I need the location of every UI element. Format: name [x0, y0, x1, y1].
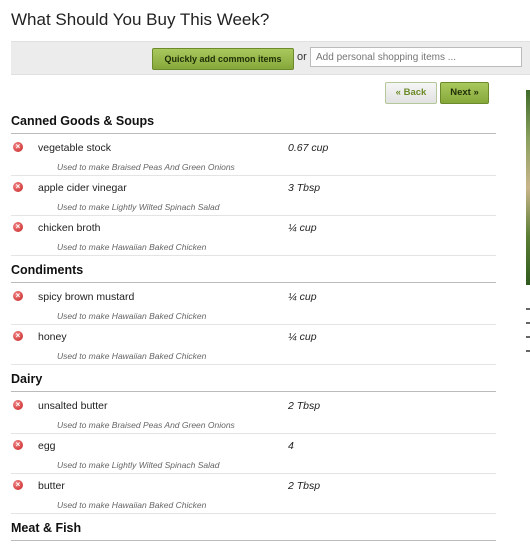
sidebar-link-fragment[interactable] — [526, 322, 530, 324]
item-note: Used to make Hawaiian Baked Chicken — [57, 242, 207, 252]
category-heading: Dairy — [11, 372, 496, 392]
item-name: apple cider vinegar — [38, 182, 127, 194]
item-note: Used to make Lightly Wilted Spinach Sala… — [57, 202, 220, 212]
remove-x-icon[interactable]: × — [13, 480, 23, 490]
list-item: × unsalted butter 2 Tbsp Used to make Br… — [11, 394, 496, 434]
item-note: Used to make Braised Peas And Green Onio… — [57, 420, 235, 430]
sidebar-link-fragment[interactable] — [526, 350, 530, 352]
remove-x-icon[interactable]: × — [13, 182, 23, 192]
back-button[interactable]: « Back — [385, 82, 437, 104]
shopping-list: Canned Goods & Soups × vegetable stock 0… — [11, 114, 496, 548]
next-button[interactable]: Next » — [440, 82, 489, 104]
item-name: egg — [38, 440, 56, 452]
item-quantity: ¼ cup — [288, 331, 317, 343]
remove-x-icon[interactable]: × — [13, 440, 23, 450]
list-item: × honey ¼ cup Used to make Hawaiian Bake… — [11, 325, 496, 365]
category-condiments: Condiments × spicy brown mustard ¼ cup U… — [11, 263, 496, 365]
item-name: vegetable stock — [38, 142, 111, 154]
item-name: chicken broth — [38, 222, 101, 234]
item-quantity: 2 Tbsp — [288, 480, 321, 492]
remove-x-icon[interactable]: × — [13, 142, 23, 152]
remove-x-icon[interactable]: × — [13, 331, 23, 341]
sidebar-link-fragment[interactable] — [526, 336, 530, 338]
category-heading: Meat & Fish — [11, 521, 496, 541]
sidebar-links — [526, 308, 530, 364]
item-quantity: 0.67 cup — [288, 142, 329, 154]
item-note: Used to make Braised Peas And Green Onio… — [57, 162, 235, 172]
remove-x-icon[interactable]: × — [13, 400, 23, 410]
list-item: × butter 2 Tbsp Used to make Hawaiian Ba… — [11, 474, 496, 514]
list-item: × vegetable stock 0.67 cup Used to make … — [11, 136, 496, 176]
item-name: honey — [38, 331, 67, 343]
add-items-bar: Quickly add common items or — [11, 41, 530, 75]
item-name: unsalted butter — [38, 400, 108, 412]
list-item: × egg 4 Used to make Lightly Wilted Spin… — [11, 434, 496, 474]
item-name: spicy brown mustard — [38, 291, 135, 303]
quick-add-button[interactable]: Quickly add common items — [152, 48, 294, 70]
remove-x-icon[interactable]: × — [13, 291, 23, 301]
list-item: × spicy brown mustard ¼ cup Used to make… — [11, 285, 496, 325]
category-dairy: Dairy × unsalted butter 2 Tbsp Used to m… — [11, 372, 496, 514]
item-quantity: 3 Tbsp — [288, 182, 321, 194]
category-meat-fish: Meat & Fish — [11, 521, 496, 541]
sidebar-link-fragment[interactable] — [526, 308, 530, 310]
item-quantity: ¼ cup — [288, 291, 317, 303]
item-quantity: ¼ cup — [288, 222, 317, 234]
list-item: × apple cider vinegar 3 Tbsp Used to mak… — [11, 176, 496, 216]
category-heading: Canned Goods & Soups — [11, 114, 496, 134]
item-note: Used to make Hawaiian Baked Chicken — [57, 351, 207, 361]
item-quantity: 4 — [288, 440, 294, 452]
item-name: butter — [38, 480, 65, 492]
page-title: What Should You Buy This Week? — [11, 10, 270, 29]
item-note: Used to make Lightly Wilted Spinach Sala… — [57, 460, 220, 470]
or-label: or — [297, 51, 307, 63]
item-note: Used to make Hawaiian Baked Chicken — [57, 311, 207, 321]
sidebar-image — [526, 90, 530, 285]
item-note: Used to make Hawaiian Baked Chicken — [57, 500, 207, 510]
item-quantity: 2 Tbsp — [288, 400, 321, 412]
personal-items-input[interactable] — [310, 47, 522, 67]
category-heading: Condiments — [11, 263, 496, 283]
list-item: × chicken broth ¼ cup Used to make Hawai… — [11, 216, 496, 256]
category-canned-goods: Canned Goods & Soups × vegetable stock 0… — [11, 114, 496, 256]
remove-x-icon[interactable]: × — [13, 222, 23, 232]
